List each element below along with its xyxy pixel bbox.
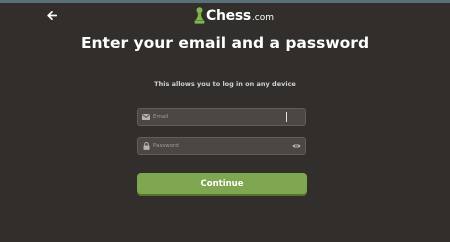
password-input[interactable] — [153, 140, 292, 152]
page-title: Enter your email and a password — [80, 34, 370, 52]
logo-domain-suffix: .com — [251, 13, 274, 23]
logo-wordmark: Chess — [206, 8, 251, 24]
text-caret — [286, 112, 287, 122]
envelope-icon — [142, 113, 150, 121]
email-input[interactable] — [153, 111, 305, 123]
show-password-toggle[interactable] — [292, 143, 301, 150]
back-button[interactable] — [44, 8, 60, 22]
chess-logo[interactable]: Chess .com — [194, 6, 274, 24]
eye-icon — [292, 144, 301, 148]
email-field[interactable] — [137, 108, 306, 126]
pawn-logo-icon — [194, 7, 205, 24]
top-bar — [0, 0, 450, 3]
lock-icon — [142, 142, 150, 150]
arrow-left-icon — [47, 10, 57, 20]
page-subtitle: This allows you to log in on any device — [154, 80, 296, 88]
password-field[interactable] — [137, 137, 306, 155]
continue-button[interactable]: Continue — [137, 173, 307, 194]
